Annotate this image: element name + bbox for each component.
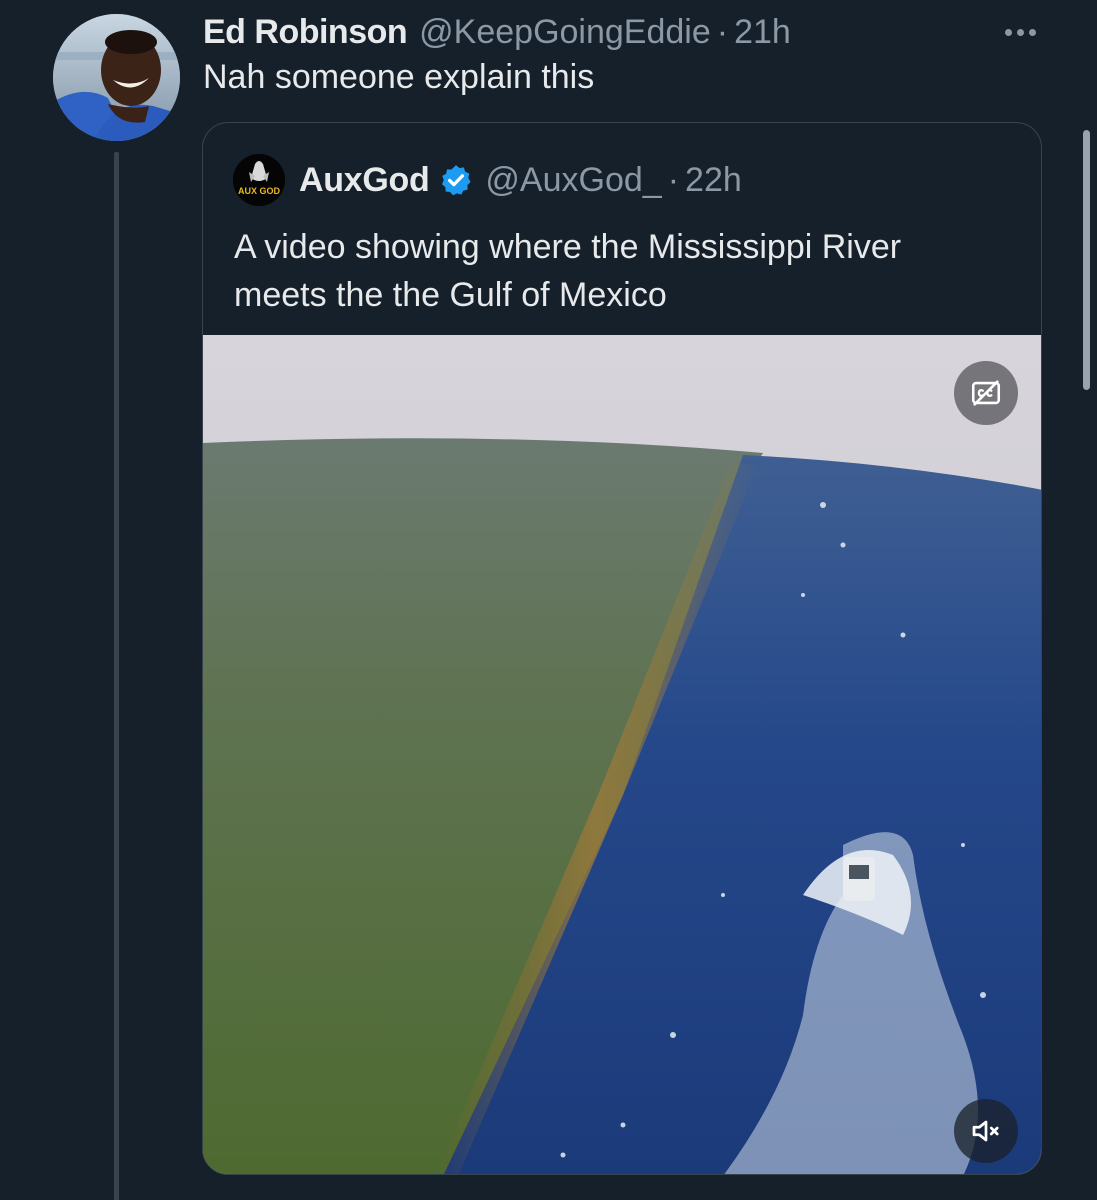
quoted-text-line: A video showing where the Mississippi Ri… bbox=[234, 228, 902, 266]
quoted-author-name[interactable]: AuxGod bbox=[299, 161, 430, 200]
separator: · bbox=[667, 160, 680, 199]
tweet-header: Ed Robinson @KeepGoingEddie · 21h bbox=[203, 10, 791, 54]
captions-button[interactable] bbox=[954, 361, 1018, 425]
quoted-tweet[interactable]: AUX GOD AuxGod @AuxGod_ · 22h A video sh… bbox=[202, 122, 1042, 1175]
quoted-text-line: meets the the Gulf of Mexico bbox=[234, 276, 667, 314]
svg-text:AUX GOD: AUX GOD bbox=[238, 186, 281, 196]
timestamp[interactable]: 21h bbox=[734, 13, 791, 52]
tweet-text: Nah someone explain this bbox=[203, 58, 595, 96]
scrollbar-thumb[interactable] bbox=[1083, 130, 1090, 390]
captions-off-icon bbox=[971, 380, 1001, 406]
avatar[interactable] bbox=[53, 14, 180, 141]
more-options-button[interactable] bbox=[996, 12, 1044, 52]
author-handle[interactable]: @KeepGoingEddie bbox=[419, 13, 711, 52]
quoted-timestamp[interactable]: 22h bbox=[685, 161, 742, 200]
video-player[interactable] bbox=[203, 335, 1041, 1174]
quoted-avatar[interactable]: AUX GOD bbox=[233, 154, 285, 206]
video-frame bbox=[203, 335, 1041, 1174]
quoted-author-handle[interactable]: @AuxGod_ bbox=[485, 161, 661, 200]
more-horizontal-icon bbox=[1004, 28, 1012, 36]
timeline: Ed Robinson @KeepGoingEddie · 21h Nah so… bbox=[0, 0, 1097, 1200]
volume-muted-icon bbox=[972, 1120, 999, 1142]
thread-line bbox=[114, 152, 119, 1200]
author-name[interactable]: Ed Robinson bbox=[203, 13, 408, 52]
quoted-tweet-header: AuxGod @AuxGod_ · 22h bbox=[299, 158, 742, 202]
mute-button[interactable] bbox=[954, 1099, 1018, 1163]
quoted-tweet-text: A video showing where the Mississippi Ri… bbox=[234, 223, 1014, 319]
separator: · bbox=[716, 12, 729, 51]
verified-badge-icon bbox=[442, 165, 472, 196]
